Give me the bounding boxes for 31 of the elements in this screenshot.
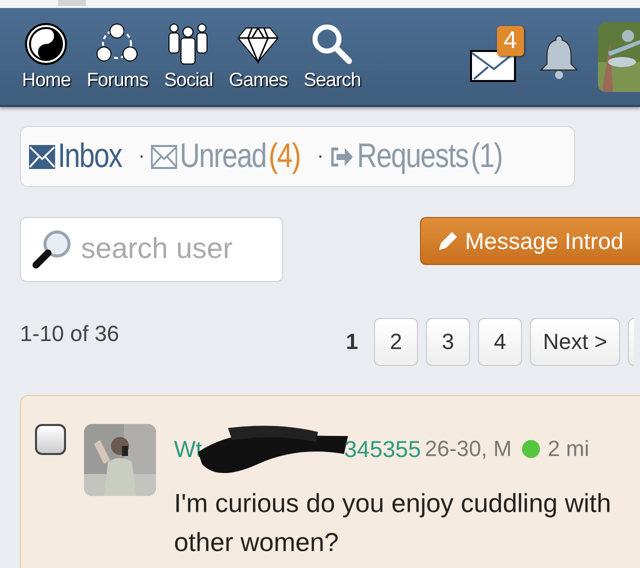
nav-link[interactable]: Games xyxy=(228,22,288,92)
nav-link[interactable]: Home xyxy=(22,22,71,92)
unread-count-badge: 4 xyxy=(496,26,524,56)
arrow-icon xyxy=(330,144,354,168)
search-field[interactable]: search user xyxy=(20,217,283,282)
page-button[interactable]: 3 xyxy=(426,318,470,366)
page-button[interactable]: 2 xyxy=(374,318,418,366)
message-checkbox[interactable] xyxy=(35,424,66,455)
separator-dot: · xyxy=(138,145,145,168)
nav-link[interactable]: Social xyxy=(164,22,213,92)
separator-dot: · xyxy=(316,145,324,168)
search-icon xyxy=(310,22,354,66)
magnifier-icon xyxy=(32,229,72,269)
envelope-icon[interactable] xyxy=(470,50,516,82)
pencil-icon xyxy=(437,230,459,252)
people-icon xyxy=(166,22,210,66)
page-button[interactable]: 4 xyxy=(478,318,522,366)
message-time: 2 mi xyxy=(548,436,590,462)
message-preview: I'm curious do you enjoy cuddling with other women? xyxy=(174,487,612,559)
next-page-button[interactable]: Next > xyxy=(530,318,620,366)
yin-yang-icon xyxy=(24,22,68,66)
sender-details: 26-30, M xyxy=(424,436,512,462)
folder-tab[interactable]: Inbox xyxy=(29,137,122,176)
nav-link[interactable]: Search xyxy=(304,22,361,92)
envelope-icon xyxy=(150,144,178,168)
result-range: 1-10 of 36 xyxy=(20,321,120,347)
page-button[interactable]: 1 xyxy=(342,318,362,366)
envelope-icon xyxy=(29,144,56,168)
bell-icon[interactable] xyxy=(540,34,578,80)
nav-link[interactable]: Forums xyxy=(86,22,148,92)
message-card[interactable]: Wt 345355 26-30, M 2 mi I'm curious do you enjoy cuddling with other women? xyxy=(20,395,640,568)
